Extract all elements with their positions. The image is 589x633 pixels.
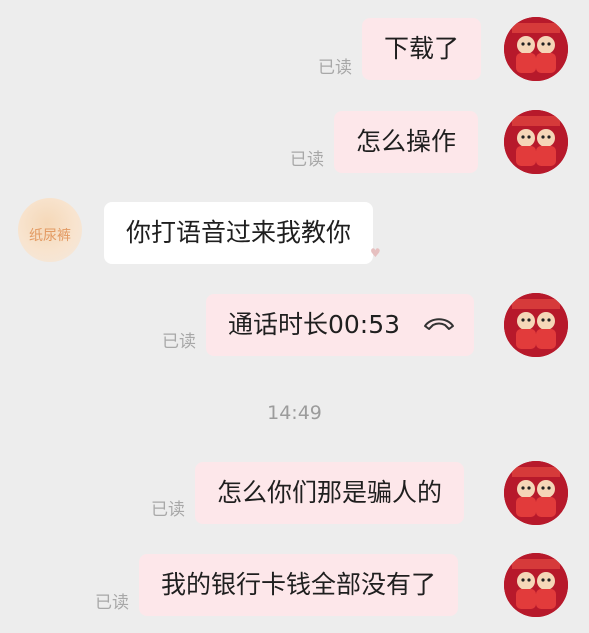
user-avatar[interactable] bbox=[504, 553, 568, 617]
avatar-image bbox=[504, 17, 568, 81]
read-status: 已读 bbox=[95, 593, 129, 613]
user-avatar[interactable] bbox=[504, 461, 568, 525]
sticker-watermark-icon: ♥ bbox=[370, 246, 381, 260]
contact-avatar-label: 纸尿裤 bbox=[29, 228, 71, 244]
read-status: 已读 bbox=[318, 58, 352, 78]
read-status: 已读 bbox=[151, 500, 185, 520]
avatar-image bbox=[504, 461, 568, 525]
read-status: 已读 bbox=[162, 332, 196, 352]
avatar-image bbox=[504, 110, 568, 174]
chat-timestamp: 14:49 bbox=[267, 402, 322, 424]
message-bubble[interactable]: 你打语音过来我教你 bbox=[104, 202, 374, 264]
contact-avatar[interactable]: 纸尿裤 bbox=[18, 198, 82, 262]
user-avatar[interactable] bbox=[504, 293, 568, 357]
avatar-image bbox=[504, 553, 568, 617]
call-duration-bubble[interactable]: 通话时长00:53 bbox=[206, 294, 474, 356]
message-bubble[interactable]: 下载了 bbox=[362, 18, 482, 80]
call-duration-text: 通话时长00:53 bbox=[228, 310, 401, 339]
phone-hangup-icon bbox=[422, 293, 456, 355]
read-status: 已读 bbox=[290, 150, 324, 170]
message-bubble[interactable]: 怎么你们那是骗人的 bbox=[195, 462, 465, 524]
user-avatar[interactable] bbox=[504, 17, 568, 81]
message-bubble[interactable]: 我的银行卡钱全部没有了 bbox=[139, 554, 459, 616]
avatar-image bbox=[504, 293, 568, 357]
user-avatar[interactable] bbox=[504, 110, 568, 174]
message-bubble[interactable]: 怎么操作 bbox=[334, 111, 479, 173]
